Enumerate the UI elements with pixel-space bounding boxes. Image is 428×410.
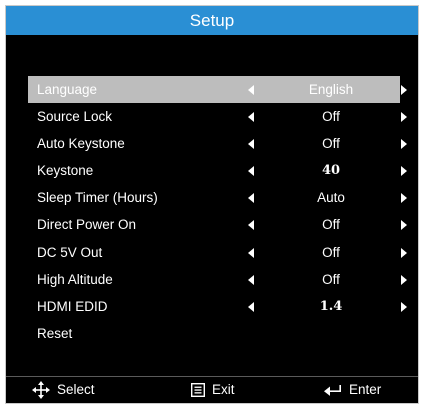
menu-item-sleep-timer[interactable]: Sleep Timer (Hours) Auto	[28, 184, 407, 211]
right-arrow-icon[interactable]	[401, 166, 407, 177]
menu-item-value: Off	[322, 109, 340, 125]
left-arrow-icon[interactable]	[248, 166, 254, 177]
left-arrow-icon[interactable]	[248, 274, 254, 285]
menu-item-value: 1.4	[319, 298, 343, 314]
menu-item-label: Direct Power On	[37, 217, 137, 233]
menu-icon	[191, 383, 205, 397]
left-arrow-icon[interactable]	[248, 301, 254, 312]
left-arrow-icon[interactable]	[248, 112, 254, 123]
left-arrow-icon[interactable]	[248, 193, 254, 204]
four-way-arrows-icon	[32, 381, 50, 399]
setup-menu-list: Language English Source Lock Off Auto Ke…	[28, 76, 407, 347]
menu-item-value: Off	[322, 217, 340, 233]
menu-item-label: DC 5V Out	[37, 244, 103, 260]
menu-item-label: Sleep Timer (Hours)	[37, 190, 158, 206]
menu-item-label: High Altitude	[37, 271, 113, 287]
right-arrow-icon[interactable]	[401, 112, 407, 123]
select-label: Select	[57, 382, 95, 397]
left-arrow-icon[interactable]	[248, 247, 254, 258]
menu-item-keystone[interactable]: Keystone 40	[28, 157, 407, 184]
select-hint: Select	[32, 377, 95, 403]
menu-item-dc-5v-out[interactable]: DC 5V Out Off	[28, 239, 407, 266]
menu-item-label: Auto Keystone	[37, 136, 125, 152]
menu-item-reset[interactable]: Reset	[28, 320, 400, 347]
menu-item-value: Off	[322, 271, 340, 287]
right-arrow-icon[interactable]	[401, 274, 407, 285]
left-arrow-icon[interactable]	[248, 139, 254, 150]
menu-item-label: Keystone	[37, 163, 94, 179]
exit-label: Exit	[212, 382, 235, 397]
menu-item-value: Off	[322, 244, 340, 260]
menu-item-label: Reset	[37, 325, 73, 341]
setup-menu-window: Setup Language English Source Lock Off A…	[5, 5, 419, 404]
right-arrow-icon[interactable]	[401, 139, 407, 150]
left-arrow-icon[interactable]	[248, 85, 254, 95]
menu-item-language[interactable]: Language English	[28, 76, 407, 104]
enter-label: Enter	[349, 382, 382, 397]
enter-hint: Enter	[324, 377, 381, 403]
menu-item-label: Source Lock	[37, 109, 113, 125]
menu-item-value: Off	[322, 136, 340, 152]
menu-item-auto-keystone[interactable]: Auto Keystone Off	[28, 130, 407, 157]
menu-item-value: Auto	[317, 190, 345, 206]
menu-item-label: Language	[37, 82, 98, 97]
menu-item-source-lock[interactable]: Source Lock Off	[28, 103, 407, 130]
menu-title: Setup	[6, 6, 418, 35]
right-arrow-icon[interactable]	[401, 193, 407, 204]
menu-item-value: English	[308, 82, 354, 97]
enter-arrow-icon	[324, 385, 341, 396]
right-arrow-icon[interactable]	[401, 220, 407, 231]
right-arrow-icon[interactable]	[401, 247, 407, 258]
right-arrow-icon[interactable]	[401, 301, 407, 312]
menu-item-hdmi-edid[interactable]: HDMI EDID 1.4	[28, 293, 407, 320]
footer-hints: Select Exit Enter	[6, 377, 418, 403]
right-arrow-icon[interactable]	[401, 85, 407, 95]
left-arrow-icon[interactable]	[248, 220, 254, 231]
menu-item-value: 40	[321, 163, 341, 179]
menu-item-label: HDMI EDID	[37, 298, 108, 314]
menu-item-high-altitude[interactable]: High Altitude Off	[28, 266, 407, 293]
exit-hint: Exit	[191, 377, 235, 403]
menu-item-direct-power-on[interactable]: Direct Power On Off	[28, 211, 407, 238]
